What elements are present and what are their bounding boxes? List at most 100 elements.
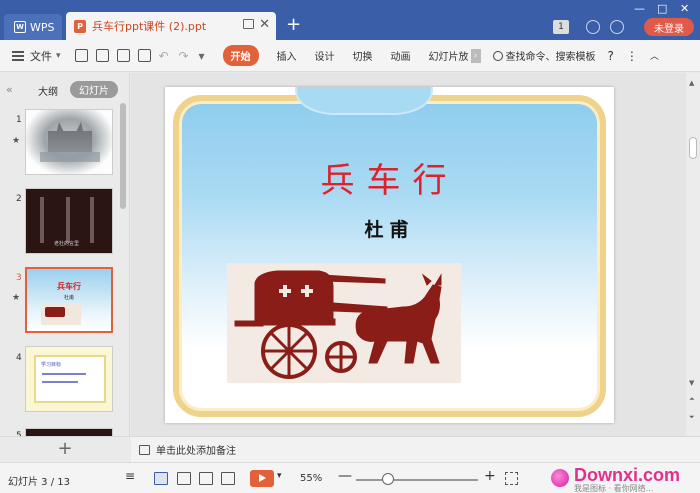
- ox-cart-image[interactable]: [227, 263, 461, 383]
- hamburger-menu-icon[interactable]: [12, 50, 24, 61]
- login-button[interactable]: 未登录: [644, 18, 694, 36]
- tab-slides[interactable]: 幻灯片: [70, 81, 118, 98]
- wps-logo-icon: W: [14, 21, 26, 33]
- slide-counter: 幻灯片 3 / 13: [8, 477, 70, 488]
- slide-canvas: 兵车行 杜甫: [131, 73, 686, 436]
- chevron-down-icon[interactable]: ▾: [56, 51, 61, 61]
- thumbnail-content-box: 学习目标: [34, 355, 106, 403]
- tab-document[interactable]: P 兵车行ppt课件 (2).ppt ✕: [66, 12, 276, 40]
- collapse-ribbon-icon[interactable]: ︿: [650, 49, 659, 62]
- slide-thumbnail-1[interactable]: [25, 109, 113, 175]
- tab-insert[interactable]: 插入: [277, 48, 297, 63]
- slide-thumbnail-2[interactable]: 老杜的言里: [25, 188, 113, 254]
- add-slide-button[interactable]: +: [0, 436, 130, 462]
- file-menu[interactable]: 文件: [30, 48, 52, 64]
- notes-bar[interactable]: 单击此处添加备注: [131, 436, 700, 462]
- slide-title[interactable]: 兵车行: [165, 153, 614, 202]
- tab-slideshow[interactable]: 幻灯片放: [429, 48, 469, 63]
- slide-thumbnail-5[interactable]: [25, 428, 113, 436]
- next-slide-icon[interactable]: ⏷: [689, 413, 695, 422]
- sync-icon[interactable]: [586, 20, 600, 34]
- animation-star-icon: ★: [12, 293, 21, 303]
- tab-transition[interactable]: 切换: [353, 48, 373, 63]
- zoom-out-button[interactable]: —: [338, 468, 352, 484]
- print-icon[interactable]: [116, 49, 130, 62]
- zoom-slider-handle[interactable]: [382, 473, 394, 485]
- zoom-slider-track[interactable]: [356, 479, 478, 481]
- status-bar: 幻灯片 3 / 13 ≡ ▾ 55% — + Downxi.com 我是图标 ·…: [0, 462, 700, 493]
- prev-slide-icon[interactable]: ⏶: [689, 395, 695, 404]
- presenter-view-icon[interactable]: [221, 472, 235, 485]
- play-slideshow-button[interactable]: [250, 470, 274, 487]
- slide-number: 1: [16, 115, 22, 125]
- scroll-down-icon[interactable]: ▼: [689, 379, 694, 387]
- slide-thumbnail-3[interactable]: 兵车行 杜甫: [25, 267, 113, 333]
- slide-number: 3: [16, 273, 22, 283]
- thumbnail-text: 学习目标: [41, 362, 62, 368]
- panel-scrollbar[interactable]: [120, 103, 126, 209]
- zoom-level[interactable]: 55%: [300, 473, 322, 484]
- tab-wps-home[interactable]: W WPS: [4, 14, 62, 40]
- notes-placeholder[interactable]: 单击此处添加备注: [156, 442, 236, 457]
- title-bar: W WPS P 兵车行ppt课件 (2).ppt ✕ + — □ ✕ 1 未登录: [0, 0, 700, 40]
- tab-outline[interactable]: 大纲: [38, 83, 58, 98]
- ribbon-more-arrow-icon[interactable]: ›: [470, 48, 481, 63]
- zoom-in-button[interactable]: +: [484, 468, 496, 484]
- current-slide[interactable]: 兵车行 杜甫: [165, 87, 614, 423]
- tab-design[interactable]: 设计: [315, 48, 335, 63]
- notes-toggle-icon[interactable]: ≡: [125, 469, 139, 483]
- slide-thumbnail-4[interactable]: 学习目标: [25, 346, 113, 412]
- slide-decoration-tab: [295, 87, 433, 115]
- scroll-up-icon[interactable]: ▲: [689, 79, 694, 87]
- slide-number: 4: [16, 353, 22, 363]
- fit-to-window-icon[interactable]: [505, 472, 518, 485]
- tab-start[interactable]: 开始: [222, 45, 259, 66]
- wps-tab-label: WPS: [30, 20, 55, 34]
- thumbnail-author: 杜甫: [63, 295, 74, 301]
- pillar-shape: [40, 197, 44, 243]
- main-toolbar: 文件 ▾ ↶ ↷ ▾ 开始 插入 设计 切换 动画 幻灯片放 › 查找命令、搜索…: [0, 40, 700, 72]
- pillar-shape: [90, 197, 94, 243]
- command-search[interactable]: 查找命令、搜索模板: [492, 48, 596, 63]
- maximize-button[interactable]: □: [657, 2, 667, 15]
- tab-animation[interactable]: 动画: [391, 48, 411, 63]
- watermark-logo-icon: [551, 469, 569, 487]
- reading-view-icon[interactable]: [199, 472, 213, 485]
- minimize-button[interactable]: —: [634, 2, 645, 15]
- export-icon[interactable]: [95, 49, 109, 62]
- collapse-panel-icon[interactable]: «: [6, 83, 13, 96]
- redo-icon[interactable]: ↷: [179, 49, 191, 63]
- pillar-shape: [66, 197, 70, 243]
- cathedral-image: [48, 122, 92, 152]
- normal-view-icon[interactable]: [154, 472, 168, 485]
- animation-star-icon: ★: [12, 136, 21, 146]
- screen-icon[interactable]: [243, 19, 254, 29]
- close-window-button[interactable]: ✕: [680, 2, 689, 15]
- ppt-file-icon: P: [74, 19, 86, 33]
- save-icon[interactable]: [74, 49, 88, 62]
- more-options-icon[interactable]: ⋮: [626, 49, 638, 63]
- canvas-scrollbar[interactable]: ▲ ▼ ⏶ ⏷: [686, 73, 700, 436]
- shirt-icon[interactable]: [610, 20, 624, 34]
- help-icon[interactable]: ?: [608, 49, 614, 63]
- undo-icon[interactable]: ↶: [159, 49, 171, 63]
- thumbnail-title: 兵车行: [57, 281, 81, 291]
- document-tab-label: 兵车行ppt课件 (2).ppt: [92, 20, 207, 33]
- river-image: [40, 152, 100, 162]
- text-line: [42, 373, 86, 375]
- scroll-thumb[interactable]: [689, 137, 697, 159]
- print-preview-icon[interactable]: [137, 49, 151, 62]
- play-options-chevron-icon[interactable]: ▾: [277, 471, 291, 484]
- window-count-badge[interactable]: 1: [553, 20, 569, 34]
- notes-icon: [139, 444, 150, 455]
- new-tab-button[interactable]: +: [286, 14, 301, 35]
- thumbnail-text: 老杜的言里: [54, 241, 80, 247]
- slide-number: 2: [16, 194, 22, 204]
- close-tab-icon[interactable]: ✕: [259, 17, 270, 32]
- search-icon: [492, 50, 503, 61]
- quick-access-chevron-icon[interactable]: ▾: [199, 49, 211, 63]
- slide-author[interactable]: 杜甫: [165, 215, 614, 242]
- slide-panel: « 大纲 幻灯片 1 ★ 2 老杜的言里 3 ★ 兵车行 杜甫 4 学习目标 5: [0, 73, 130, 441]
- slide-sorter-icon[interactable]: [177, 472, 191, 485]
- ox-cart-papercut-icon: [234, 270, 442, 379]
